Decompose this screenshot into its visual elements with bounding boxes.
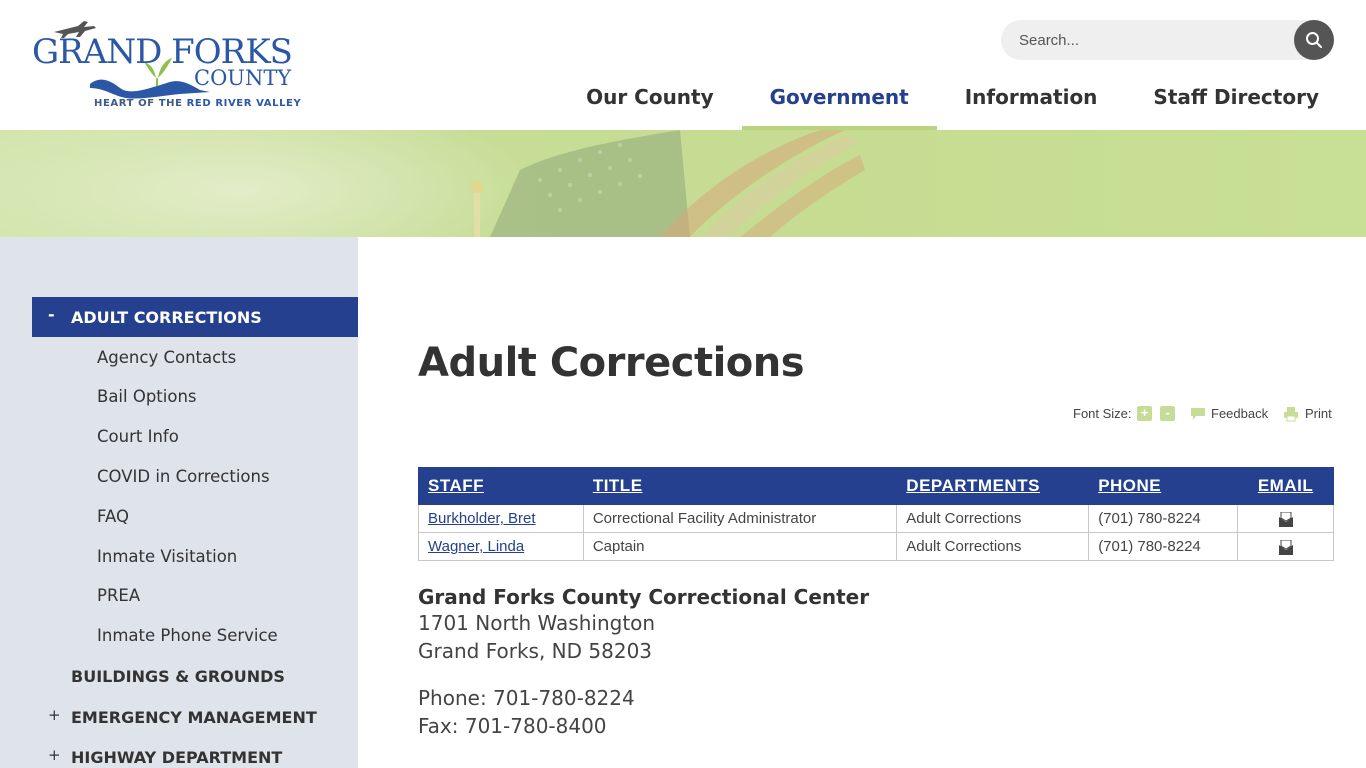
staff-phone-cell: (701) 780-8224 xyxy=(1088,504,1239,533)
search-icon xyxy=(1306,32,1322,48)
column-header-email[interactable]: EMAIL xyxy=(1237,467,1334,505)
sort-link-title[interactable]: TITLE xyxy=(593,476,643,495)
staff-title-cell: Correctional Facility Administrator xyxy=(582,504,898,533)
logo-tagline-highlight: RED RIVER VALLEY xyxy=(186,98,302,109)
sidebar-item-emergency-management[interactable]: EMERGENCY MANAGEMENT xyxy=(71,708,317,727)
sort-link-phone[interactable]: PHONE xyxy=(1098,476,1161,495)
facility-name: Grand Forks County Correctional Center xyxy=(418,585,870,609)
font-increase-button[interactable]: + xyxy=(1137,406,1152,421)
staff-phone-cell: (701) 780-8224 xyxy=(1088,532,1239,561)
sidebar-item-label: ADULT CORRECTIONS xyxy=(71,308,262,327)
expand-toggle[interactable]: + xyxy=(48,706,61,724)
collapse-toggle[interactable]: - xyxy=(48,305,55,324)
staff-name-link[interactable]: Burkholder, Bret xyxy=(428,510,536,527)
nav-government[interactable]: Government xyxy=(741,68,937,130)
staff-name-cell: Wagner, Linda xyxy=(418,532,584,561)
email-icon[interactable] xyxy=(1278,511,1294,527)
font-decrease-button[interactable]: - xyxy=(1160,406,1175,421)
sort-link-departments[interactable]: DEPARTMENTS xyxy=(906,476,1040,495)
staff-name-link[interactable]: Wagner, Linda xyxy=(428,538,524,555)
sidebar-subitem-inmate-phone[interactable]: Inmate Phone Service xyxy=(97,626,278,645)
column-header-staff[interactable]: STAFF xyxy=(418,467,584,505)
print-icon xyxy=(1284,407,1298,422)
font-size-label: Font Size: xyxy=(1073,406,1132,421)
sort-link-staff[interactable]: STAFF xyxy=(428,476,484,495)
sidebar-item-adult-corrections[interactable]: - ADULT CORRECTIONS xyxy=(32,297,358,337)
facility-phone: Phone: 701-780-8224 xyxy=(418,686,635,710)
table-row: Wagner, Linda Captain Adult Corrections … xyxy=(418,532,1334,561)
feedback-link[interactable]: Feedback xyxy=(1211,406,1268,421)
staff-department-cell: Adult Corrections xyxy=(896,504,1090,533)
sidebar-item-buildings-grounds[interactable]: BUILDINGS & GROUNDS xyxy=(71,667,285,686)
expand-toggle[interactable]: + xyxy=(48,746,61,764)
hero-banner xyxy=(0,130,1366,237)
facility-fax: Fax: 701-780-8400 xyxy=(418,714,607,738)
flag-banner-image xyxy=(0,130,865,237)
logo-subtitle: COUNTY xyxy=(194,66,292,90)
logo-tagline: HEART OF THE RED RIVER VALLEY xyxy=(94,98,301,109)
staff-table: STAFF TITLE DEPARTMENTS PHONE EMAIL Burk… xyxy=(418,467,1334,561)
sort-link-email[interactable]: EMAIL xyxy=(1258,476,1313,495)
column-header-departments[interactable]: DEPARTMENTS xyxy=(896,467,1090,505)
nav-our-county[interactable]: Our County xyxy=(558,68,742,130)
sidebar: - ADULT CORRECTIONS Agency Contacts Bail… xyxy=(0,237,358,768)
main-nav: Our County Government Information Staff … xyxy=(558,68,1334,130)
sidebar-subitem-faq[interactable]: FAQ xyxy=(97,507,129,526)
staff-department-cell: Adult Corrections xyxy=(896,532,1090,561)
sidebar-subitem-court-info[interactable]: Court Info xyxy=(97,427,179,446)
sidebar-subitem-prea[interactable]: PREA xyxy=(97,586,140,605)
email-icon[interactable] xyxy=(1278,539,1294,555)
sidebar-subitem-bail-options[interactable]: Bail Options xyxy=(97,387,197,406)
site-header: GRAND FORKS COUNTY HEART OF THE RED RIVE… xyxy=(0,0,1366,130)
staff-email-cell xyxy=(1237,504,1334,533)
nav-information[interactable]: Information xyxy=(937,68,1126,130)
county-logo[interactable]: GRAND FORKS COUNTY HEART OF THE RED RIVE… xyxy=(30,18,301,114)
nav-staff-directory[interactable]: Staff Directory xyxy=(1125,68,1334,130)
staff-title-cell: Captain xyxy=(582,532,898,561)
search-box xyxy=(1001,20,1334,60)
facility-street: 1701 North Washington xyxy=(418,611,656,635)
search-input[interactable] xyxy=(1019,20,1289,60)
sidebar-subitem-agency-contacts[interactable]: Agency Contacts xyxy=(97,348,236,367)
staff-email-cell xyxy=(1237,532,1334,561)
sidebar-item-highway-department[interactable]: HIGHWAY DEPARTMENT xyxy=(71,748,282,767)
table-row: Burkholder, Bret Correctional Facility A… xyxy=(418,504,1334,533)
sidebar-subitem-inmate-visitation[interactable]: Inmate Visitation xyxy=(97,547,237,566)
search-button[interactable] xyxy=(1294,20,1334,60)
logo-tagline-prefix: HEART OF THE xyxy=(94,98,187,109)
feedback-icon xyxy=(1191,408,1205,420)
facility-city: Grand Forks, ND 58203 xyxy=(418,639,653,663)
print-link[interactable]: Print xyxy=(1305,406,1332,421)
column-header-phone[interactable]: PHONE xyxy=(1088,467,1239,505)
page-title: Adult Corrections xyxy=(418,340,805,386)
column-header-title[interactable]: TITLE xyxy=(582,467,898,505)
staff-name-cell: Burkholder, Bret xyxy=(418,504,584,533)
sidebar-subitem-covid[interactable]: COVID in Corrections xyxy=(97,467,270,486)
table-header-row: STAFF TITLE DEPARTMENTS PHONE EMAIL xyxy=(418,467,1334,505)
